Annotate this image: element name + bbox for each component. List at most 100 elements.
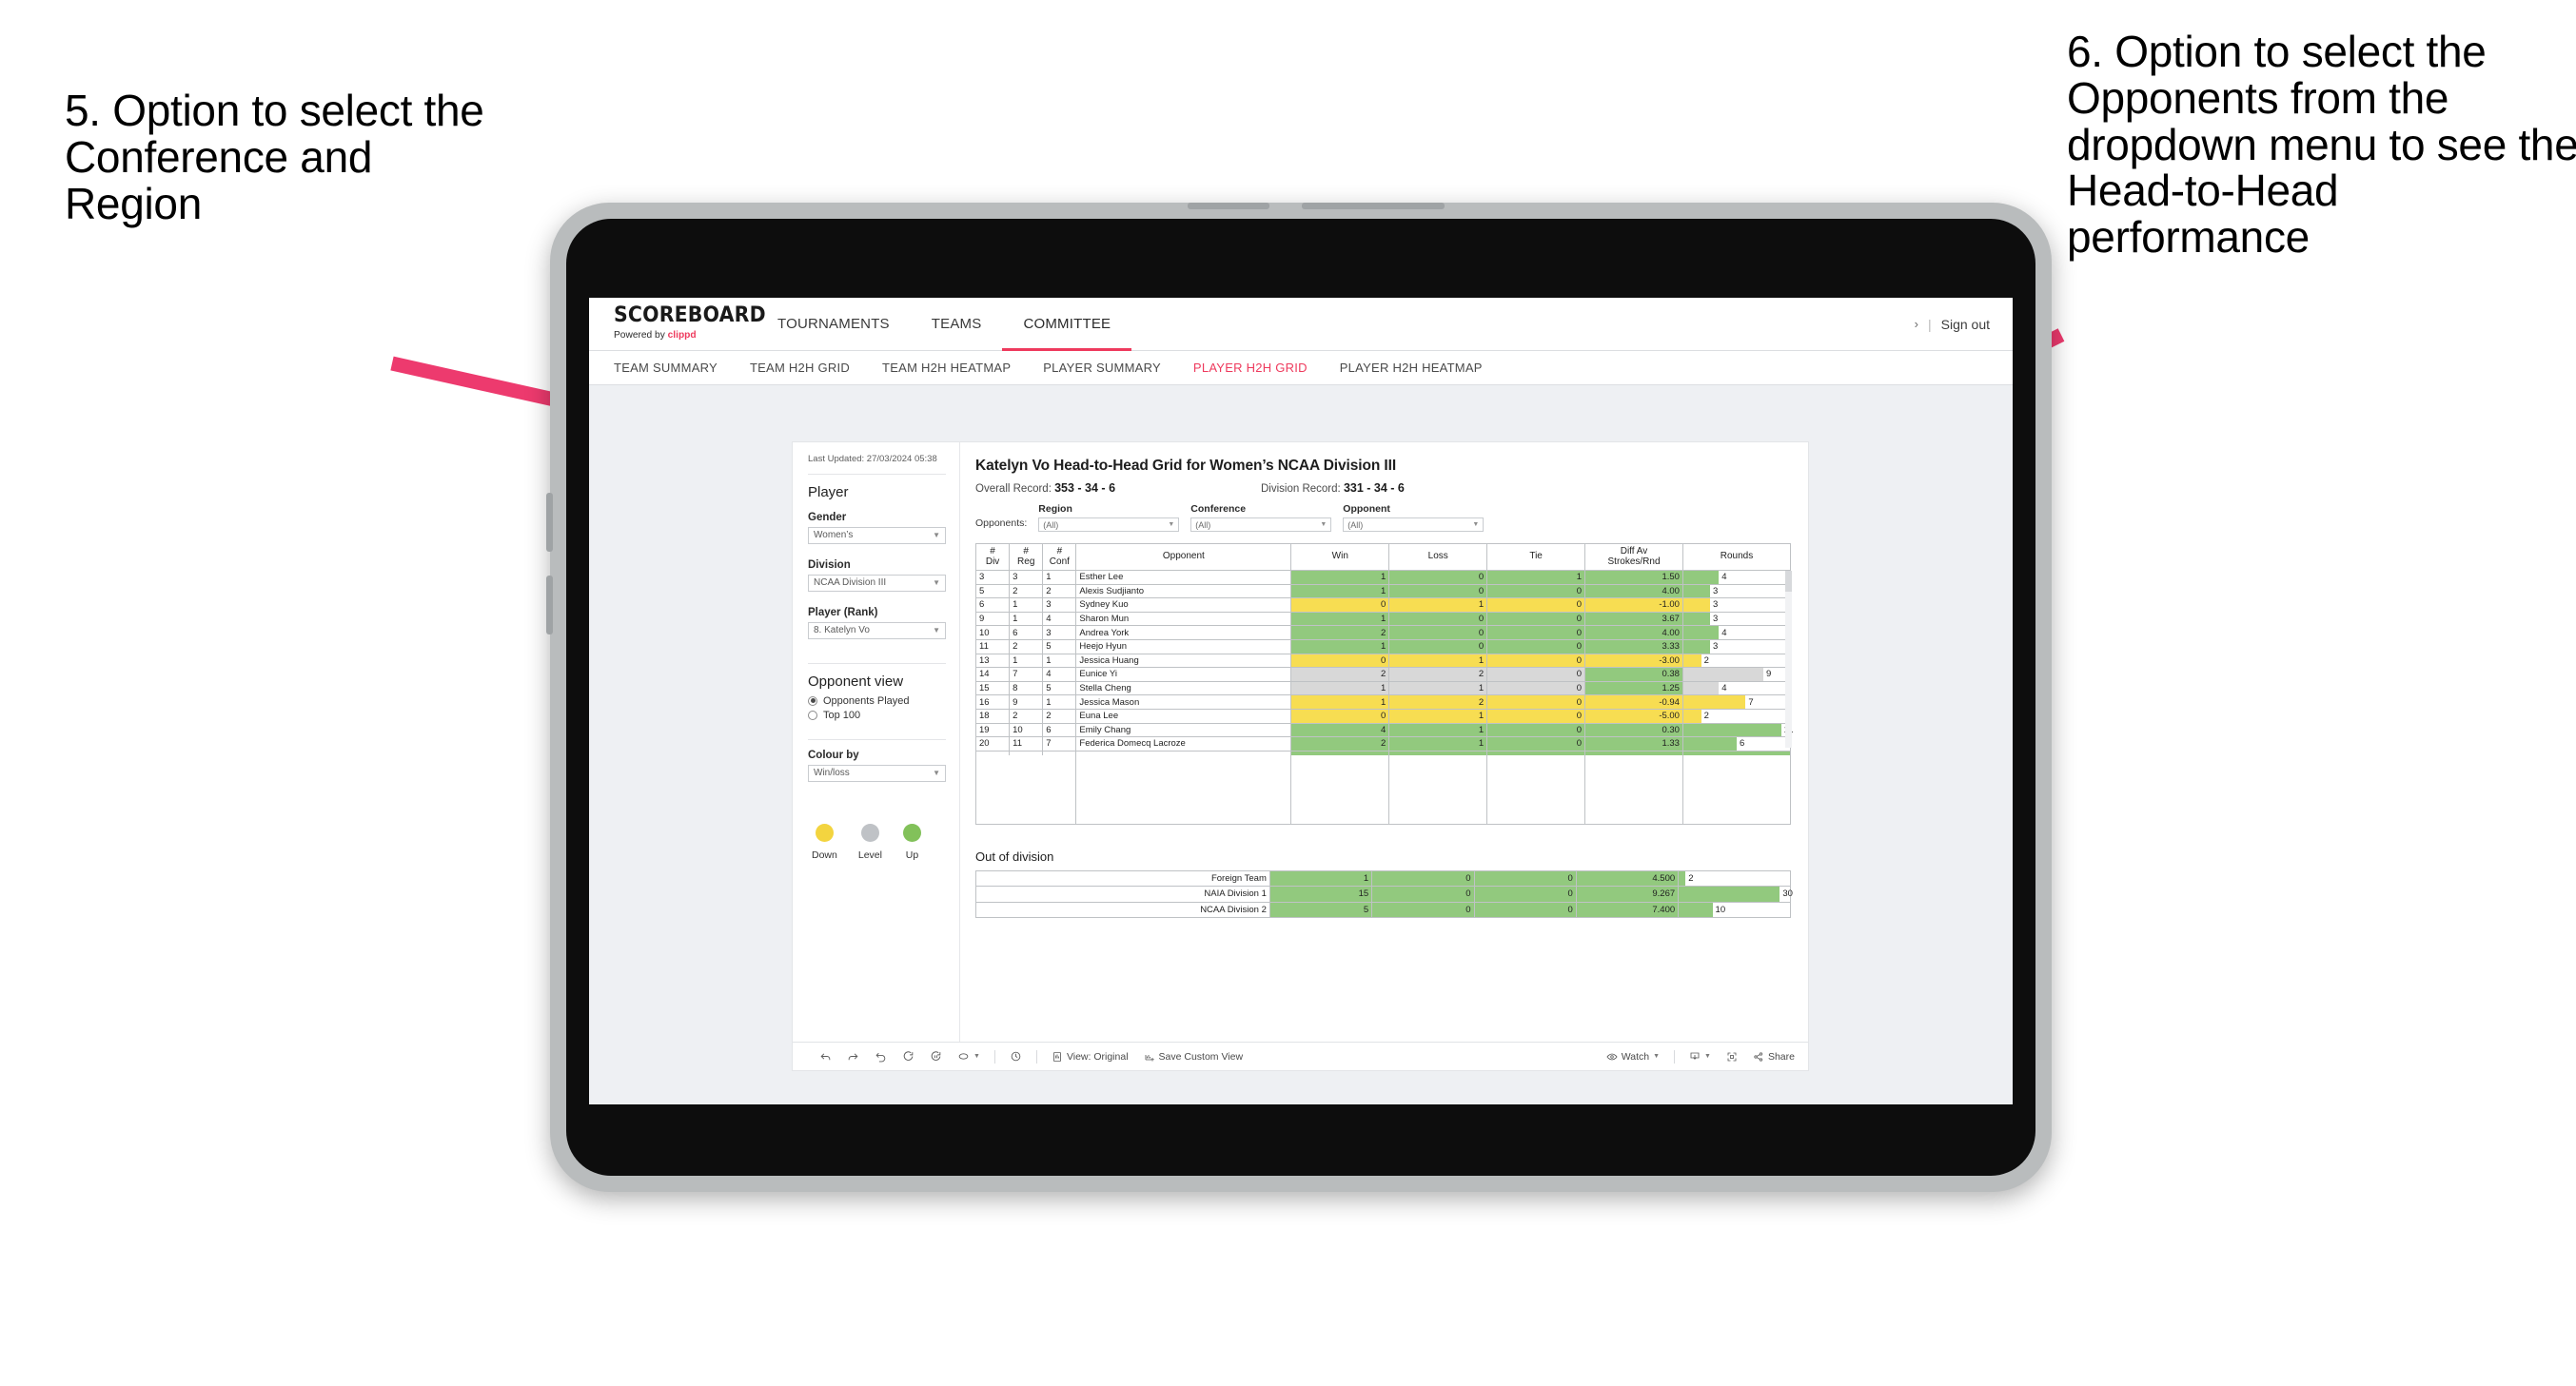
nav-item-tournaments[interactable]: TOURNAMENTS: [757, 298, 911, 350]
cell-tie: 0: [1486, 597, 1586, 613]
table-row[interactable]: 10 6 3 Andrea York 2 0 0 4.00 4: [974, 625, 1792, 640]
table-row[interactable]: 16 9 1 Jessica Mason 1 2 0 -0.94 7: [974, 694, 1792, 710]
download-button[interactable]: ▼: [1681, 1051, 1719, 1063]
cell-reg: 7: [1009, 667, 1044, 682]
tab-team-h2h-grid[interactable]: TEAM H2H GRID: [750, 361, 850, 375]
ood-cell-loss: 0: [1371, 886, 1475, 903]
player-rank-select[interactable]: 8. Katelyn Vo ▼: [808, 621, 946, 639]
ood-rounds-value: 2: [1688, 872, 1694, 884]
save-custom-view-button[interactable]: Save Custom View: [1136, 1051, 1251, 1063]
user-chevron-icon[interactable]: ›: [1915, 317, 1918, 331]
h2h-grid-table: # Div # Reg # Conf Opponent Win Loss Tie Di…: [974, 543, 1794, 825]
rounds-value: 2: [1703, 711, 1709, 722]
scoreboard-logo[interactable]: SCOREBOARD Powered by clippd: [589, 298, 766, 350]
chevron-down-icon: ▼: [1704, 1053, 1711, 1060]
tab-player-h2h-heatmap[interactable]: PLAYER H2H HEATMAP: [1340, 361, 1483, 375]
tab-team-summary[interactable]: TEAM SUMMARY: [614, 361, 718, 375]
cell-filler: [1388, 755, 1488, 825]
rounds-bar: [1682, 681, 1720, 695]
out-of-division-row[interactable]: NCAA Division 2 5 0 0 7.400 10: [975, 901, 1791, 919]
scrollbar-thumb[interactable]: [1785, 571, 1792, 592]
h2h-grid-body: 3 3 1 Esther Lee 1 0 1 1.50 4 5 2 2 Alexis Sudjianto…: [974, 570, 1794, 825]
cell-win: 1: [1290, 680, 1390, 696]
table-row[interactable]: 20 11 7 Federica Domecq Lacroze 2 1 0 1.33 6: [974, 736, 1792, 752]
view-original-button[interactable]: View: Original: [1044, 1051, 1136, 1063]
table-vertical-scrollbar[interactable]: [1785, 571, 1792, 748]
cell-reg: 9: [1009, 694, 1044, 710]
colour-legend: Down Level Up: [808, 823, 946, 861]
table-row[interactable]: 19106Emily Chang4100.3011: [974, 722, 1794, 738]
region-filter-select[interactable]: (All) ▼: [1038, 517, 1180, 532]
rounds-value: 3: [1712, 585, 1719, 596]
col-header-reg: # Reg: [1009, 543, 1044, 571]
rounds-value: 7: [1748, 696, 1754, 708]
cell-tie: 0: [1486, 611, 1586, 627]
cell-loss: 2: [1388, 694, 1488, 710]
cell-win: 2: [1290, 736, 1390, 752]
chevron-down-icon: ▼: [933, 578, 940, 588]
cell-win: 2: [1290, 625, 1390, 640]
cell-win: 1: [1290, 694, 1390, 710]
table-filler-row: [974, 755, 1792, 825]
table-row[interactable]: 9 1 4 Sharon Mun 1 0 0 3.67 3: [974, 611, 1792, 627]
cell-opponent: Esther Lee: [1075, 570, 1292, 585]
annotation-right: 6. Option to select the Opponents from t…: [2067, 27, 2576, 262]
overall-record-value: 353 - 34 - 6: [1054, 481, 1116, 495]
colour-by-select[interactable]: Win/loss ▼: [808, 764, 946, 782]
table-row[interactable]: 3 3 1 Esther Lee 1 0 1 1.50 4: [974, 570, 1792, 585]
out-of-division-row[interactable]: Foreign Team 1 0 0 4.500 2: [975, 869, 1791, 888]
nav-item-teams[interactable]: TEAMS: [911, 298, 1003, 350]
col-header-rounds: Rounds: [1681, 543, 1792, 571]
cell-conf: 2: [1042, 708, 1077, 724]
undo-button[interactable]: [812, 1050, 839, 1063]
tab-team-h2h-heatmap[interactable]: TEAM H2H HEATMAP: [882, 361, 1011, 375]
table-row[interactable]: 11 2 5 Heejo Hyun 1 0 0 3.33 3: [974, 638, 1792, 654]
table-row[interactable]: 5 2 2 Alexis Sudjianto 1 0 0 4.00 3: [974, 583, 1792, 599]
dashboard-canvas: Last Updated: 27/03/2024 05:38 Player Ge…: [589, 385, 2013, 1103]
out-of-division-row[interactable]: NAIA Division 1 15 0 0 9.267 30: [975, 886, 1793, 903]
cell-rounds: 9: [1681, 667, 1792, 682]
radio-icon-selected: [808, 695, 817, 706]
redo-button[interactable]: [839, 1050, 867, 1063]
legend-dot-level: [860, 823, 879, 842]
division-label: Division: [808, 558, 851, 571]
cell-loss: 1: [1388, 653, 1488, 669]
revert-button[interactable]: [867, 1050, 895, 1063]
conference-filter-value: (All): [1195, 519, 1211, 530]
share-button[interactable]: Share: [1745, 1051, 1808, 1063]
tab-player-h2h-grid[interactable]: PLAYER H2H GRID: [1193, 361, 1308, 375]
opponent-filter-select[interactable]: (All) ▼: [1343, 517, 1485, 532]
refresh-button[interactable]: [895, 1050, 922, 1063]
division-record-label: Division Record:: [1261, 483, 1341, 495]
nav-item-committee[interactable]: COMMITTEE: [1002, 298, 1132, 351]
filter-dropdown-button[interactable]: ▼: [950, 1050, 988, 1063]
cell-diff: -5.00: [1584, 708, 1683, 724]
app-header: SCOREBOARD Powered by clippd TOURNAMENTS…: [589, 298, 2013, 351]
gender-select[interactable]: Women’s ▼: [808, 526, 946, 544]
pause-auto-updates-button[interactable]: [1002, 1050, 1030, 1063]
table-row[interactable]: 18 2 2 Euna Lee 0 1 0 -5.00 2: [974, 708, 1792, 724]
fullscreen-button[interactable]: [1719, 1051, 1745, 1063]
table-row[interactable]: 13 1 1 Jessica Huang 0 1 0 -3.00 2: [974, 653, 1792, 669]
rounds-bar: [1682, 612, 1710, 626]
radio-top-100[interactable]: Top 100: [808, 710, 946, 721]
cell-reg: 1: [1009, 611, 1044, 627]
sub-navigation: TEAM SUMMARY TEAM H2H GRID TEAM H2H HEAT…: [589, 351, 2013, 385]
watch-button[interactable]: Watch ▼: [1599, 1051, 1667, 1063]
legend-item-up: Up: [902, 823, 921, 861]
division-record-value: 331 - 34 - 6: [1343, 481, 1405, 495]
table-row[interactable]: 6 1 3 Sydney Kuo 0 1 0 -1.00 3: [974, 597, 1792, 613]
table-row[interactable]: 15 8 5 Stella Cheng 1 1 0 1.25 4: [974, 680, 1792, 696]
division-select[interactable]: NCAA Division III ▼: [808, 574, 946, 592]
sign-out-link[interactable]: Sign out: [1941, 317, 1990, 332]
last-updated-label: Last Updated: 27/03/2024 05:38: [808, 454, 937, 464]
radio-opponents-played[interactable]: Opponents Played: [808, 695, 946, 707]
conference-filter-select[interactable]: (All) ▼: [1190, 517, 1332, 532]
tab-player-summary[interactable]: PLAYER SUMMARY: [1043, 361, 1161, 375]
table-row[interactable]: 14 7 4 Eunice Yi 2 2 0 0.38 9: [974, 667, 1792, 682]
player-rank-select-value: 8. Katelyn Vo: [814, 625, 870, 636]
cell-reg: 2: [1009, 583, 1044, 599]
cell-div: 11: [974, 638, 1011, 654]
pause-refresh-button[interactable]: [922, 1050, 950, 1063]
chevron-down-icon: ▼: [933, 531, 940, 540]
